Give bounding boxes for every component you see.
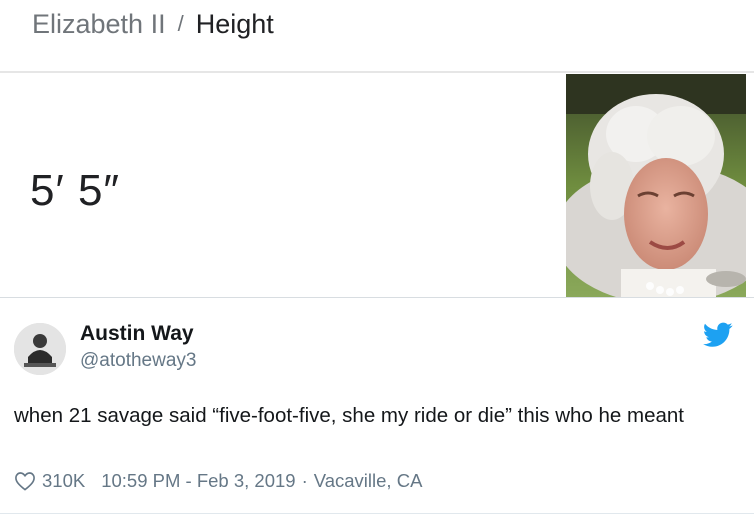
height-answer: 5′ 5″: [30, 166, 120, 215]
knowledge-panel: Elizabeth II / Height 5′ 5″: [0, 0, 754, 298]
divider: [0, 297, 754, 298]
meta-separator: ·: [301, 470, 308, 491]
twitter-bird-icon[interactable]: [703, 322, 733, 348]
avatar[interactable]: [14, 323, 66, 375]
breadcrumb-parent[interactable]: Elizabeth II: [32, 9, 166, 40]
tweet-location[interactable]: Vacaville, CA: [314, 470, 423, 492]
heart-icon[interactable]: [14, 471, 36, 491]
like-count: 310K: [42, 470, 86, 491]
tweet-text: when 21 savage said “five-foot-five, she…: [14, 404, 684, 427]
breadcrumb-current: Height: [195, 8, 274, 39]
divider: [0, 71, 754, 73]
user-handle[interactable]: @atotheway3: [80, 350, 196, 372]
divider: [0, 513, 754, 514]
display-name[interactable]: Austin Way: [80, 322, 194, 346]
breadcrumb: Elizabeth II / Height: [32, 8, 274, 40]
portrait-photo[interactable]: [566, 74, 746, 297]
tweet-meta: 310K 10:59 PM - Feb 3, 2019 · Vacaville,…: [14, 470, 422, 492]
tweet-timestamp[interactable]: 10:59 PM - Feb 3, 2019: [101, 470, 295, 492]
breadcrumb-separator: /: [177, 11, 184, 36]
